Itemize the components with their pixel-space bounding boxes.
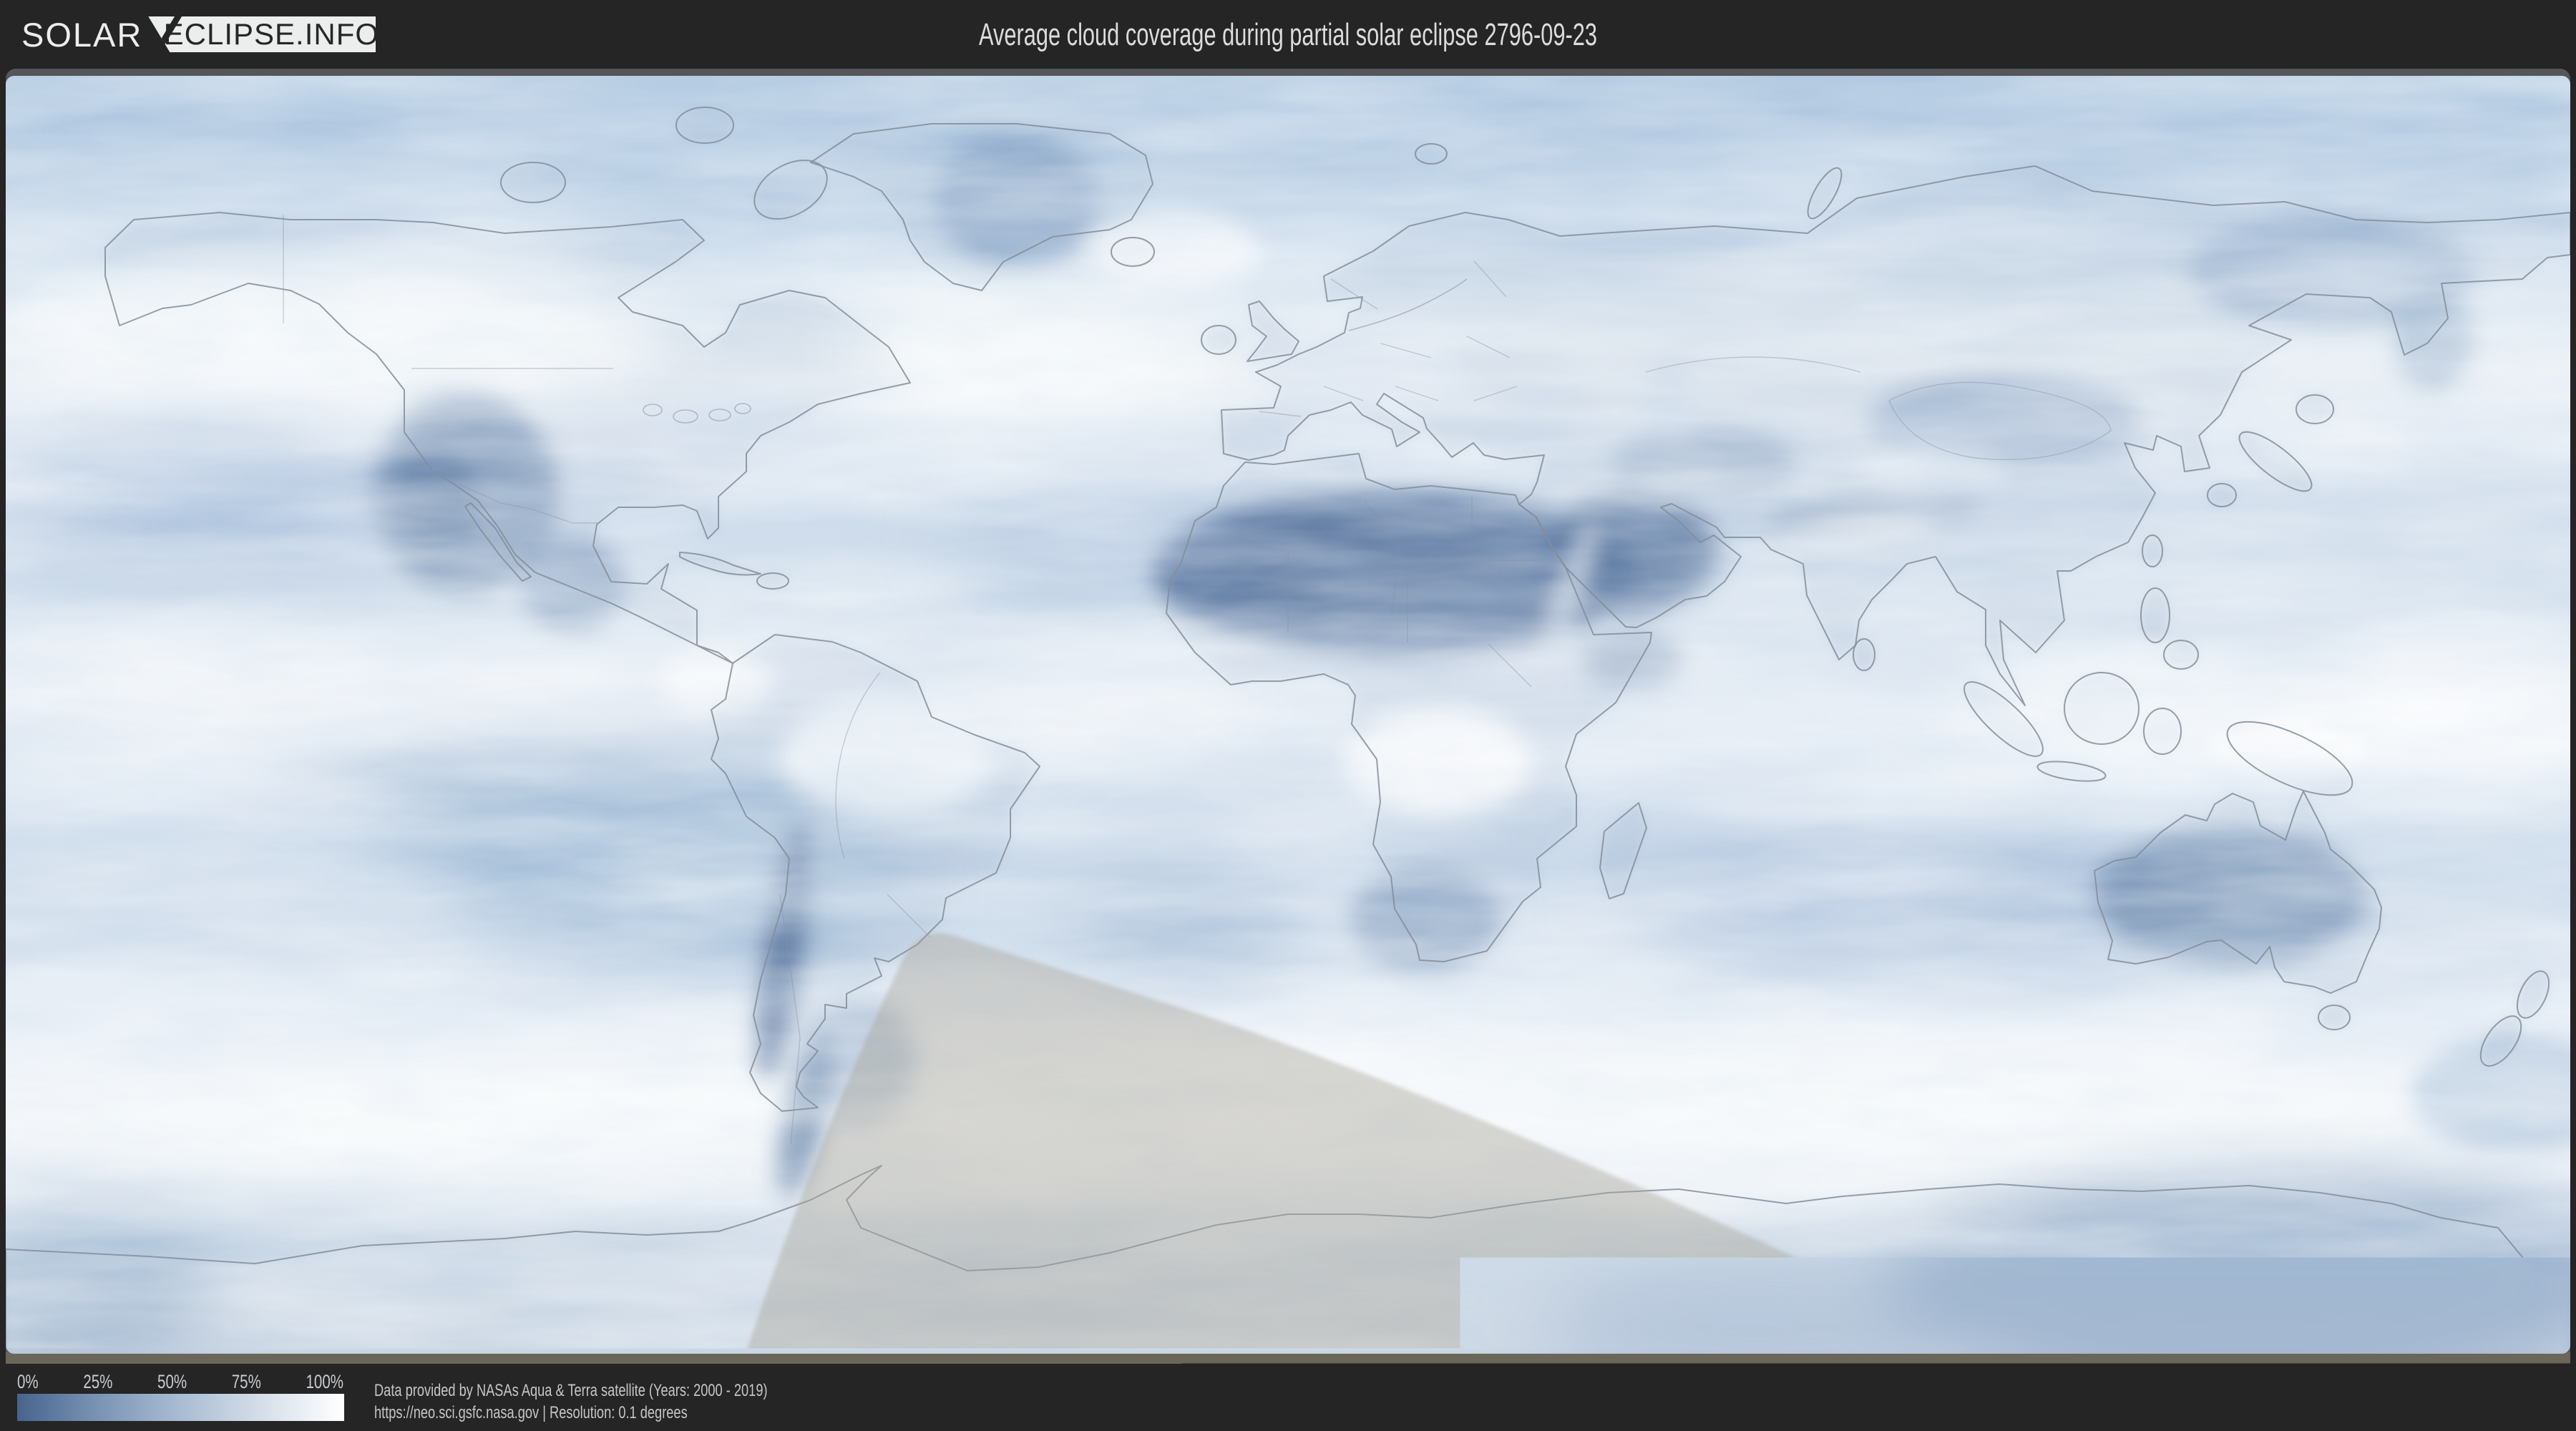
footer-bar: 0% 25% 50% 75% 100% Data provided by NAS… [0,1364,2576,1431]
legend-label-75: 75% [232,1371,261,1392]
credit-line-1: Data provided by NASAs Aqua & Terra sate… [374,1379,768,1402]
legend-label-100: 100% [306,1371,343,1392]
legend-label-50: 50% [157,1371,187,1392]
page: SOLAR ECLIPSE.INFO Average cloud coverag… [0,0,2576,1431]
cloud-coverage-legend: 0% 25% 50% 75% 100% [17,1371,344,1421]
data-credits: Data provided by NASAs Aqua & Terra sate… [374,1379,768,1424]
legend-labels: 0% 25% 50% 75% 100% [17,1371,343,1392]
legend-gradient-bar [17,1394,344,1421]
legend-label-0: 0% [17,1371,39,1392]
world-cloud-coverage-map [0,0,2576,1431]
credit-line-2: https://neo.sci.gsfc.nasa.gov | Resoluti… [374,1402,768,1424]
legend-label-25: 25% [83,1371,112,1392]
